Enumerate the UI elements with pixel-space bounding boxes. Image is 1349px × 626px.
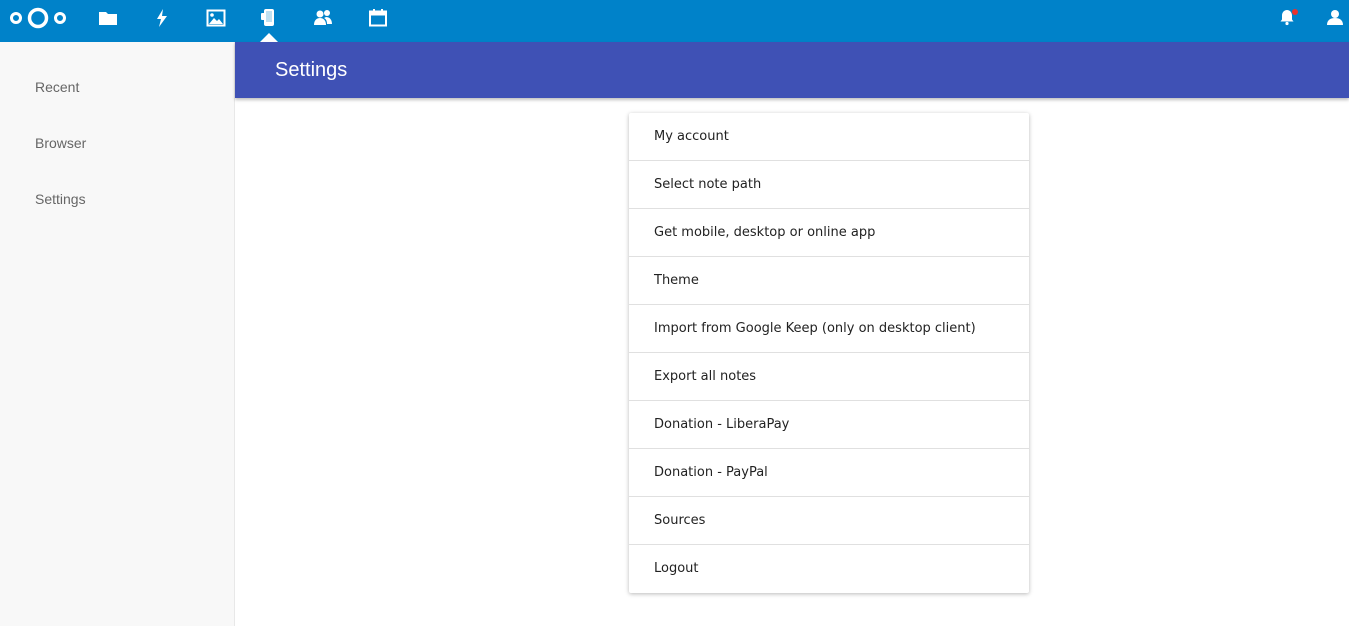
settings-item-theme[interactable]: Theme	[629, 257, 1029, 305]
settings-list: My account Select note path Get mobile, …	[629, 113, 1029, 593]
settings-item-logout[interactable]: Logout	[629, 545, 1029, 593]
top-navigation-bar	[0, 0, 1349, 42]
app-navigation-sidebar: Recent Browser Settings	[0, 42, 235, 626]
user-avatar-icon[interactable]	[1326, 8, 1344, 26]
unread-notification-dot	[1292, 9, 1298, 15]
page-title: Settings	[275, 59, 348, 81]
settings-item-donation-paypal[interactable]: Donation - PayPal	[629, 449, 1029, 497]
contacts-icon[interactable]	[313, 8, 333, 28]
sidebar-item-browser[interactable]: Browser	[0, 132, 234, 188]
active-app-indicator	[260, 33, 278, 42]
settings-item-donation-liberapay[interactable]: Donation - LiberaPay	[629, 401, 1029, 449]
gallery-image-icon[interactable]	[206, 8, 226, 28]
settings-item-import-google-keep[interactable]: Import from Google Keep (only on desktop…	[629, 305, 1029, 353]
nextcloud-logo-icon[interactable]	[8, 6, 68, 30]
settings-item-sources[interactable]: Sources	[629, 497, 1029, 545]
settings-item-export-all-notes[interactable]: Export all notes	[629, 353, 1029, 401]
settings-item-my-account[interactable]: My account	[629, 113, 1029, 161]
sidebar-item-settings[interactable]: Settings	[0, 188, 234, 244]
calendar-icon[interactable]	[368, 8, 388, 28]
activity-bolt-icon[interactable]	[152, 8, 172, 28]
notification-bell-icon[interactable]	[1278, 8, 1298, 26]
settings-item-get-app[interactable]: Get mobile, desktop or online app	[629, 209, 1029, 257]
page-header: Settings	[235, 42, 1349, 98]
files-folder-icon[interactable]	[98, 8, 118, 28]
notes-app-icon[interactable]	[259, 8, 279, 28]
settings-item-select-note-path[interactable]: Select note path	[629, 161, 1029, 209]
sidebar-item-recent[interactable]: Recent	[0, 76, 234, 132]
